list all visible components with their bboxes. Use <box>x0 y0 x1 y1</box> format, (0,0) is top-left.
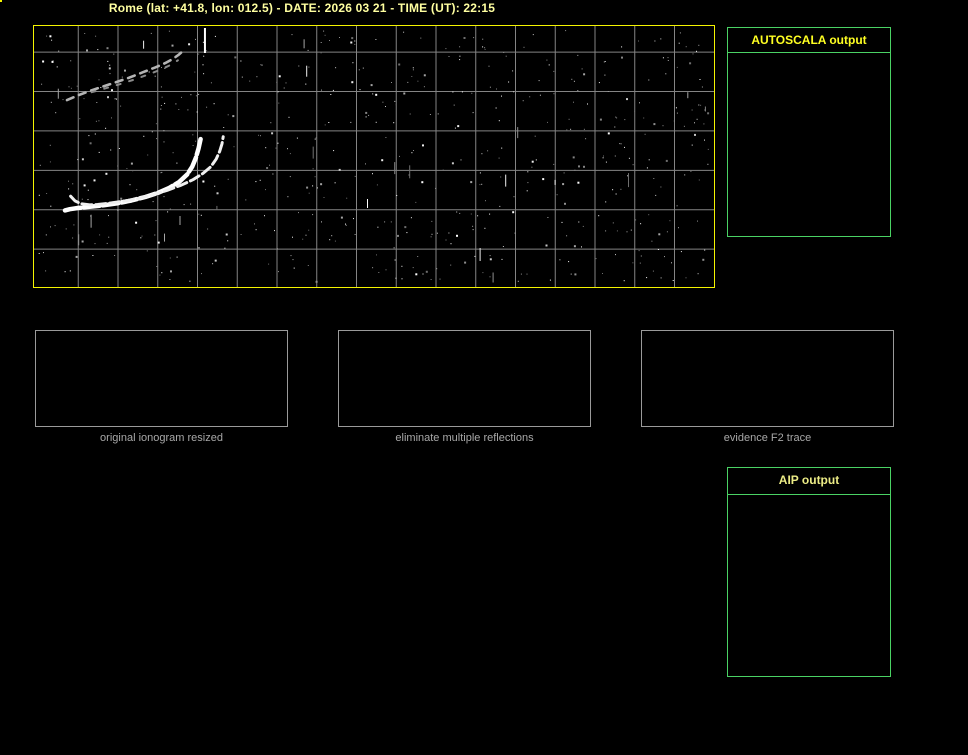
thumbnail-caption: eliminate multiple reflections <box>395 432 534 444</box>
thumbnail-caption: original ionogram resized <box>100 432 223 444</box>
page-title: Rome (lat: +41.8, lon: 012.5) - DATE: 20… <box>108 1 496 15</box>
ionogram-plot-bottom <box>0 0 2 2</box>
ionogram-plot-top <box>33 25 715 288</box>
thumbnail-multiple-reflections-removed <box>338 330 591 427</box>
thumbnail-original-ionogram <box>35 330 288 427</box>
thumbnail-evidence-f2-trace <box>641 330 894 427</box>
thumbnail-caption: evidence F2 trace <box>723 432 812 444</box>
noise-speckles <box>38 30 710 283</box>
aip-table-border <box>727 467 891 677</box>
grid-lines <box>34 26 714 287</box>
autoscala-screen: Rome (lat: +41.8, lon: 012.5) - DATE: 20… <box>0 0 968 755</box>
plot-top-canvas <box>34 26 714 287</box>
aip-table-header: AIP output <box>778 473 840 487</box>
aip-header-divider <box>728 494 890 495</box>
autoscala-table-header: AUTOSCALA output <box>728 28 890 53</box>
hop-trace <box>65 49 185 102</box>
autoscala-output-table: AUTOSCALA output <box>727 27 891 237</box>
